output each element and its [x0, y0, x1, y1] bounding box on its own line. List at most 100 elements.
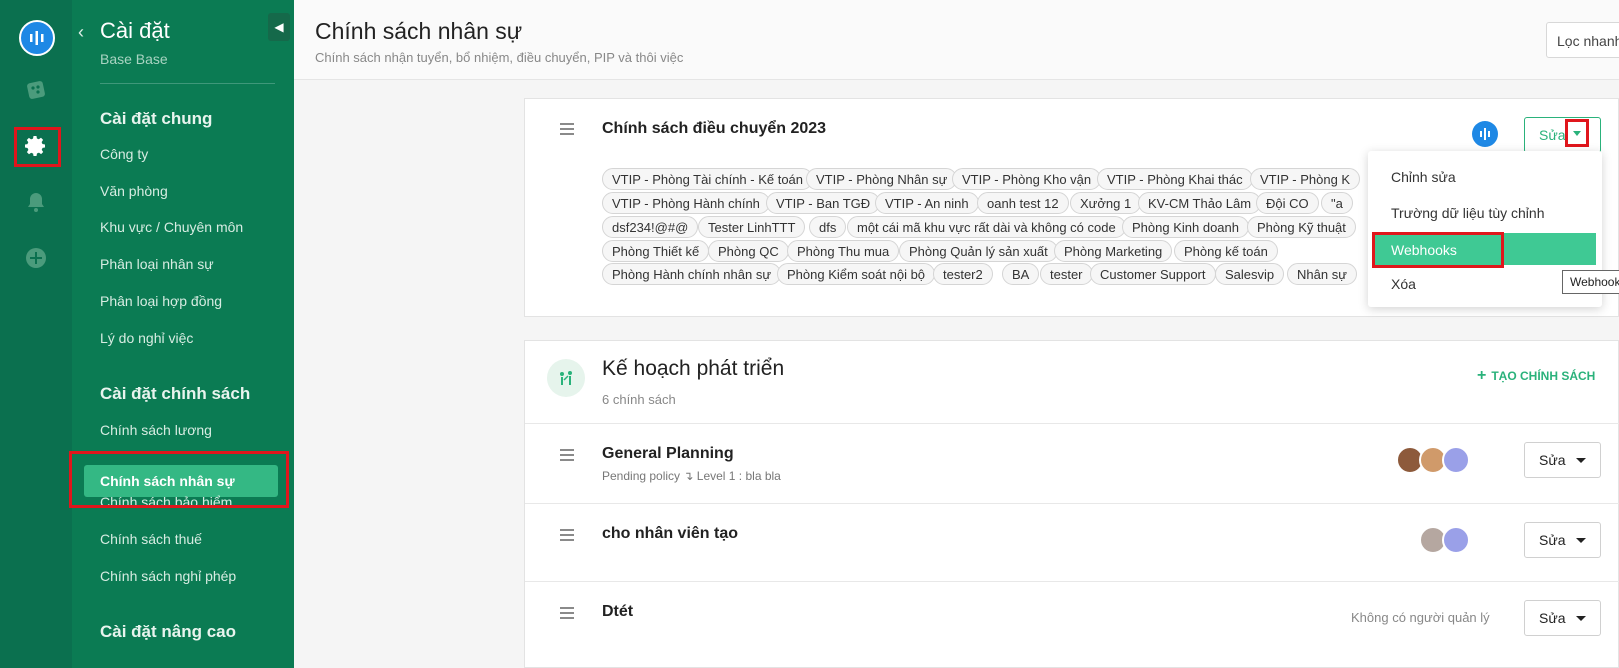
tag-chip: KV-CM Thảo Lâm: [1138, 192, 1262, 214]
policy-title[interactable]: General Planning: [602, 445, 734, 463]
tag-chip: BA: [1002, 263, 1040, 285]
policy-group-development: Kế hoạch phát triển 6 chính sách + TẠO C…: [524, 340, 1619, 668]
page-title: Chính sách nhân sự: [315, 18, 523, 44]
tag-chip: Đội CO: [1256, 192, 1319, 214]
tag-chip: Salesvip: [1215, 263, 1285, 285]
edit-button[interactable]: Sửa: [1524, 442, 1601, 478]
tag-chip: VTIP - An ninh: [875, 192, 979, 214]
tag-chip: tester2: [933, 263, 993, 285]
tag-chip: dfs: [809, 216, 847, 238]
tag-chip: VTIP - Phòng Kho vận: [952, 168, 1102, 190]
sidebar-item-area[interactable]: Khu vực / Chuyên môn: [100, 219, 243, 235]
sidebar-subtitle: Base Base: [100, 51, 168, 67]
create-policy-label: TẠO CHÍNH SÁCH: [1491, 369, 1596, 383]
policy-row: cho nhân viên tạo Sửa: [525, 503, 1619, 581]
group-count: 6 chính sách: [602, 392, 676, 407]
tag-chip: Phòng Marketing: [1054, 240, 1173, 262]
policy-row: General Planning Pending policy ↴ Level …: [525, 423, 1619, 503]
tag-chip: VTIP - Phòng Hành chính: [602, 192, 770, 214]
sidebar-item-staff-type[interactable]: Phân loại nhân sự: [100, 256, 214, 272]
create-policy-button[interactable]: + TẠO CHÍNH SÁCH: [1477, 367, 1595, 385]
sidebar-item-leave-policy[interactable]: Chính sách nghỉ phép: [100, 568, 236, 584]
page-subtitle: Chính sách nhận tuyển, bổ nhiệm, điều ch…: [315, 50, 684, 65]
policy-title[interactable]: Dtét: [602, 603, 633, 621]
sidebar-divider: [100, 83, 275, 84]
tag-chip: Xưởng 1: [1070, 192, 1142, 214]
chevron-down-icon[interactable]: [1565, 119, 1589, 147]
tag-chip: Phòng kế toán: [1174, 240, 1278, 262]
sidebar-item-tax-policy[interactable]: Chính sách thuế: [100, 531, 202, 547]
menu-item-custom-fields[interactable]: Trường dữ liệu tùy chỉnh: [1391, 205, 1544, 221]
tag-chip: Nhân sự: [1287, 263, 1357, 285]
tag-chip: Customer Support: [1090, 263, 1216, 285]
logo-icon: [1472, 121, 1498, 147]
sidebar-section-policy: Cài đặt chính sách: [100, 384, 251, 403]
chevron-down-icon: [1575, 537, 1586, 543]
highlight-box: [69, 451, 289, 508]
growth-icon: [547, 359, 585, 397]
plus-icon: +: [1477, 367, 1487, 384]
group-title: Kế hoạch phát triển: [602, 357, 785, 380]
sidebar-title: Cài đặt: [100, 18, 170, 43]
back-icon[interactable]: ‹: [78, 22, 84, 43]
app-rail: [0, 0, 72, 668]
sidebar-section-general: Cài đặt chung: [100, 109, 213, 128]
plus-circle-icon[interactable]: [24, 246, 48, 270]
drag-handle-icon[interactable]: [560, 607, 574, 619]
bell-icon[interactable]: [24, 190, 48, 214]
settings-sidebar: ‹ Cài đặt Base Base ◀ Cài đặt chung Công…: [72, 0, 294, 668]
tag-chip: Phòng Kinh doanh: [1122, 216, 1249, 238]
chevron-down-icon: [1575, 457, 1586, 463]
edit-label: Sửa: [1539, 452, 1566, 468]
tag-chip: VTIP - Phòng Nhân sự: [806, 168, 958, 190]
chevron-down-icon: [1575, 615, 1586, 621]
avatar: [1442, 526, 1470, 554]
avatar: [1442, 446, 1470, 474]
tag-chip: VTIP - Ban TGĐ: [766, 192, 881, 214]
drag-handle-icon[interactable]: [560, 449, 574, 461]
tag-chip: một cái mã khu vực rất dài và không có c…: [847, 216, 1126, 238]
policy-title[interactable]: cho nhân viên tạo: [602, 525, 738, 543]
edit-label: Sửa: [1539, 610, 1566, 626]
policy-title[interactable]: Chính sách điều chuyển 2023: [602, 120, 826, 138]
tag-chip: Phòng Hành chính nhân sự: [602, 263, 782, 285]
webhooks-tooltip: Webhooks: [1562, 270, 1619, 294]
page-header: Chính sách nhân sự Chính sách nhận tuyển…: [294, 0, 1619, 80]
tag-chip: Tester LinhTTT: [698, 216, 806, 238]
collapse-sidebar-button[interactable]: ◀: [268, 13, 290, 41]
logo-icon[interactable]: [19, 20, 55, 56]
tag-chip: Phòng Quản lý sản xuất: [899, 240, 1058, 262]
tag-chip: VTIP - Phòng K: [1250, 168, 1361, 190]
dice-icon[interactable]: [24, 78, 48, 102]
menu-item-edit[interactable]: Chỉnh sửa: [1391, 169, 1456, 185]
edit-button[interactable]: Sửa: [1524, 522, 1601, 558]
sidebar-item-contract-type[interactable]: Phân loại hợp đồng: [100, 293, 222, 309]
menu-item-delete[interactable]: Xóa: [1391, 276, 1416, 292]
quick-filter-button[interactable]: Lọc nhanh: [1546, 22, 1619, 58]
edit-button[interactable]: Sửa: [1524, 600, 1601, 636]
edit-button[interactable]: Sửa: [1524, 117, 1601, 153]
tag-chip: VTIP - Phòng Tài chính - Kế toán: [602, 168, 814, 190]
tag-chip: tester: [1040, 263, 1093, 285]
tag-chip: VTIP - Phòng Khai thác: [1097, 168, 1253, 190]
policy-subtitle: Pending policy ↴ Level 1 : bla bla: [602, 469, 781, 483]
no-manager-text: Không có người quản lý: [1351, 610, 1490, 625]
tag-chip: Phòng Thu mua: [787, 240, 900, 262]
edit-label: Sửa: [1539, 127, 1566, 143]
tag-chip: "a: [1321, 192, 1353, 214]
policy-row: Dtét Không có người quản lý Sửa: [525, 581, 1619, 668]
tag-chip: dsf234!@#@: [602, 216, 699, 238]
drag-handle-icon[interactable]: [560, 123, 574, 135]
sidebar-item-quit-reason[interactable]: Lý do nghỉ việc: [100, 330, 193, 346]
drag-handle-icon[interactable]: [560, 529, 574, 541]
tag-chip: oanh test 12: [977, 192, 1069, 214]
sidebar-item-salary-policy[interactable]: Chính sách lương: [100, 422, 212, 438]
sidebar-item-office[interactable]: Văn phòng: [100, 183, 168, 199]
highlight-box: [14, 127, 61, 167]
tag-chip: Phòng Kiểm soát nội bộ: [777, 263, 936, 285]
highlight-box: [1372, 232, 1504, 268]
edit-label: Sửa: [1539, 532, 1566, 548]
tag-chip: Phòng Thiết kế: [602, 240, 710, 262]
sidebar-item-company[interactable]: Công ty: [100, 146, 148, 162]
tag-chip: Phòng Kỹ thuật: [1247, 216, 1356, 238]
